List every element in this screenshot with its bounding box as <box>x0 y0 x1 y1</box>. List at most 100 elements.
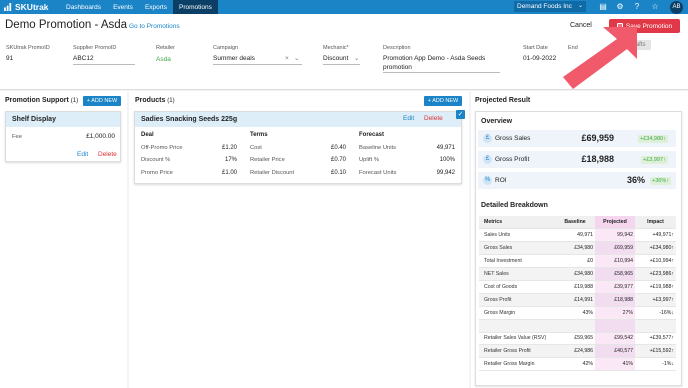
forecast-label: Uplift % <box>359 157 379 163</box>
table-cell: £34,980 <box>555 267 595 281</box>
nav-exports[interactable]: Exports <box>139 0 173 14</box>
table-cell: £18,988 <box>595 293 635 307</box>
table-row: Total Investment £0 £10,994 +£10,994↑ <box>479 254 676 269</box>
product-delete-link[interactable]: Delete <box>424 115 443 122</box>
table-cell: +£19,988↑ <box>635 280 676 294</box>
add-support-button[interactable]: + ADD NEW <box>83 96 121 106</box>
mechanic-select[interactable]: Discount <box>323 55 348 62</box>
chevron-down-icon[interactable]: ⌄ <box>354 54 359 62</box>
deal-label: Discount % <box>141 157 171 163</box>
projected-result-title: Projected Result <box>475 97 531 104</box>
table-row: Sales Units 49,971 99,942 +49,971↑ <box>479 228 676 243</box>
terms-label: Retailer Discount <box>250 170 295 176</box>
start-date-field[interactable]: 01-09-2022 <box>523 55 556 62</box>
metric-label: ROI <box>495 177 507 184</box>
company-select[interactable]: Demand Foods Inc ⌄ <box>514 1 586 12</box>
campaign-select[interactable]: Summer deals <box>213 55 255 62</box>
forecast-value: 99,942 <box>436 170 455 176</box>
clear-icon[interactable]: × <box>285 55 289 62</box>
table-cell: £59,965 <box>555 332 595 346</box>
go-to-promotions-link[interactable]: Go to Promotions <box>129 23 180 30</box>
table-cell: £10,994 <box>595 254 635 269</box>
support-delete-link[interactable]: Delete <box>98 151 117 158</box>
chevron-down-icon[interactable]: ⌄ <box>294 54 299 62</box>
table-cell: Gross Profit <box>479 293 555 307</box>
pound-icon: £ <box>483 134 492 143</box>
description-label: Description <box>383 45 411 51</box>
forecast-heading: Forecast <box>359 132 385 138</box>
deal-value: £1.20 <box>221 145 237 151</box>
table-cell: Total Investment <box>479 254 555 269</box>
metric-label: Gross Profit <box>495 156 530 163</box>
table-cell: -1%↓ <box>635 357 676 372</box>
add-product-button[interactable]: + ADD NEW <box>424 96 462 106</box>
fee-value: £1,000.00 <box>86 133 115 140</box>
retailer-value: Asda <box>156 56 171 63</box>
table-cell: +49,971↑ <box>635 228 676 243</box>
logo-text: SKUtrak <box>15 2 49 12</box>
support-edit-link[interactable]: Edit <box>77 151 88 158</box>
metric-badge: +£34,980↑ <box>638 135 668 143</box>
terms-value: £0.70 <box>330 157 346 163</box>
table-cell <box>595 319 635 333</box>
help-icon[interactable]: ? <box>632 2 642 12</box>
table-cell: £99,542 <box>595 332 635 346</box>
terms-label: Cost <box>250 145 262 151</box>
campaign-underline <box>213 64 302 65</box>
star-icon[interactable]: ☆ <box>650 2 660 12</box>
supplier-id-field[interactable]: ABC12 <box>73 55 94 62</box>
avatar[interactable]: AB <box>670 1 683 14</box>
column-header: Baseline <box>555 216 595 230</box>
table-cell <box>555 319 595 333</box>
table-cell: £34,980 <box>555 241 595 256</box>
metric-roi: % ROI 36% +36%↑ <box>478 172 676 189</box>
logo[interactable]: SKUtrak <box>4 2 60 12</box>
table-cell: Retailer Gross Margin <box>479 357 555 372</box>
table-row: Retailer Sales Value (RSV) £59,965 £99,542… <box>479 332 676 346</box>
table-row: Retailer Gross Profit £24,986 £40,577 +£15,… <box>479 344 676 359</box>
table-cell: £40,577 <box>595 344 635 359</box>
description-underline <box>383 72 500 73</box>
start-date-label: Start Date <box>523 45 548 51</box>
table-row <box>479 319 676 333</box>
breakdown-table: Metrics Baseline Projected Impact Sales … <box>479 216 676 372</box>
settings-icon[interactable]: ⚙ <box>615 2 625 12</box>
table-cell: £58,965 <box>595 267 635 281</box>
metric-value: £18,988 <box>581 154 614 164</box>
nav-events[interactable]: Events <box>107 0 139 14</box>
nav-dashboards[interactable]: Dashboards <box>60 0 107 14</box>
nav-promotions[interactable]: Promotions <box>172 0 218 14</box>
table-cell: NET Sales <box>479 267 555 281</box>
description-field[interactable]: Promotion App Demo - Asda Seeds promotio… <box>383 54 498 72</box>
column-header: Metrics <box>479 216 555 230</box>
forecast-value: 49,971 <box>436 145 455 151</box>
skutrak-id-label: SKUtrak PromoID <box>6 45 50 51</box>
terms-value: £0.40 <box>330 145 346 151</box>
database-icon[interactable]: ▤ <box>598 2 608 12</box>
table-cell: 42% <box>555 357 595 372</box>
breakdown-heading: Detailed Breakdown <box>481 202 548 209</box>
chevron-down-icon: ⌄ <box>577 3 583 9</box>
table-cell: 41% <box>595 357 635 372</box>
terms-label: Retailer Price <box>250 157 285 163</box>
deal-heading: Deal <box>141 132 154 138</box>
forecast-label: Forecast Units <box>359 170 397 176</box>
pound-icon: £ <box>483 155 492 164</box>
table-cell: +£34,980↑ <box>635 241 676 256</box>
fee-label: Fee <box>12 134 22 140</box>
metric-label: Gross Sales <box>495 135 531 142</box>
company-name: Demand Foods Inc <box>517 3 572 10</box>
checkbox-checked-icon[interactable]: ✓ <box>456 110 465 119</box>
column-header: Impact <box>635 216 676 230</box>
table-cell: Retailer Sales Value (RSV) <box>479 332 555 346</box>
terms-heading: Terms <box>250 132 268 138</box>
table-cell: +£10,994↑ <box>635 254 676 269</box>
product-edit-link[interactable]: Edit <box>403 115 414 122</box>
table-cell: Gross Margin <box>479 306 555 320</box>
table-cell: +£15,592↑ <box>635 344 676 359</box>
table-cell <box>635 319 676 333</box>
column-header: Projected <box>595 216 635 230</box>
table-row: Retailer Gross Margin 42% 41% -1%↓ <box>479 357 676 372</box>
page-title: Demo Promotion - Asda <box>5 19 128 31</box>
overview-heading: Overview <box>481 118 513 125</box>
